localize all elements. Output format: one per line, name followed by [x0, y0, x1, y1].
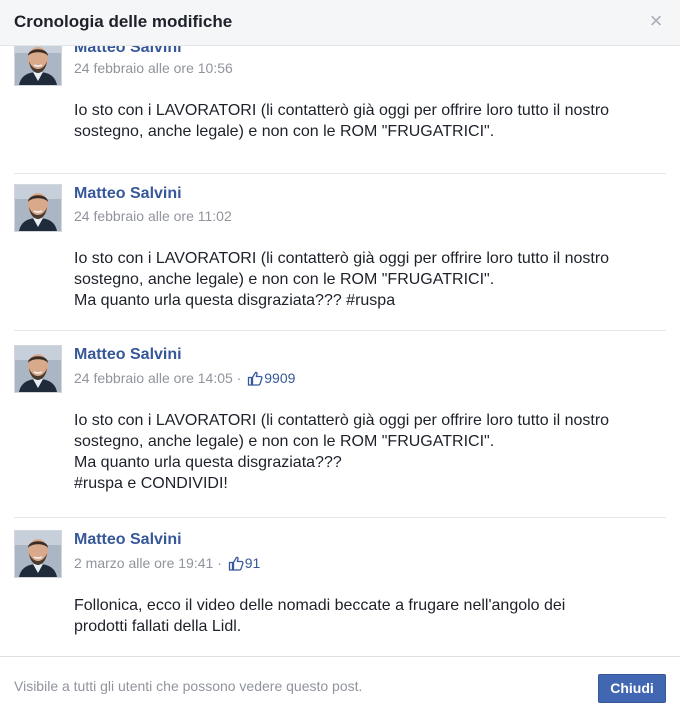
avatar[interactable] — [14, 530, 62, 578]
visibility-note: Visibile a tutti gli utenti che possono … — [14, 678, 363, 694]
avatar[interactable] — [14, 184, 62, 232]
post-meta: 2 marzo alle ore 19:41 · 91 — [74, 555, 260, 571]
author-name[interactable]: Matteo Salvini — [74, 46, 182, 57]
history-entry: Matteo Salvini 24 febbraio alle ore 11:02… — [14, 173, 666, 309]
post-text: Io sto con i LAVORATORI (li contatterò g… — [74, 410, 666, 494]
like-count-link[interactable]: 9909 — [245, 370, 295, 386]
avatar[interactable] — [14, 345, 62, 393]
post-meta: 24 febbraio alle ore 14:05 · 9909 — [74, 370, 295, 386]
post-line: Ma quanto urla questa disgraziata??? — [74, 454, 342, 471]
post-line: sostegno, anche legale) e non con le ROM… — [74, 271, 495, 288]
post-text: Follonica, ecco il video delle nomadi be… — [74, 595, 666, 637]
post-line: prodotti fallati della Lidl. — [74, 618, 242, 635]
post-text: Io sto con i LAVORATORI (li contatterò g… — [74, 100, 666, 142]
timestamp-link[interactable]: 24 febbraio alle ore 14:05 — [74, 370, 233, 386]
post-line: Io sto con i LAVORATORI (li contatterò g… — [74, 102, 610, 119]
history-list: Matteo Salvini 24 febbraio alle ore 10:56… — [0, 46, 680, 656]
post-line: #ruspa e CONDIVIDI! — [74, 475, 228, 492]
author-name[interactable]: Matteo Salvini — [74, 346, 182, 364]
meta-separator: · — [213, 555, 226, 571]
edit-history-dialog: Cronologia delle modifiche × Matteo Salv… — [0, 0, 680, 715]
author-name[interactable]: Matteo Salvini — [74, 185, 182, 203]
close-button[interactable]: Chiudi — [598, 674, 666, 703]
dialog-title: Cronologia delle modifiche — [14, 12, 233, 31]
history-entry: Matteo Salvini 2 marzo alle ore 19:41 · 9… — [14, 517, 666, 635]
like-count-link[interactable]: 91 — [226, 555, 261, 571]
timestamp-link[interactable]: 24 febbraio alle ore 10:56 — [74, 60, 233, 76]
post-line: Io sto con i LAVORATORI (li contatterò g… — [74, 412, 610, 429]
post-meta: 24 febbraio alle ore 11:02 — [74, 208, 232, 224]
avatar[interactable] — [14, 46, 62, 86]
thumbs-up-icon — [226, 555, 245, 571]
dialog-header: Cronologia delle modifiche × — [0, 0, 680, 46]
meta-separator: · — [232, 370, 246, 386]
dialog-footer: Visibile a tutti gli utenti che possono … — [0, 656, 680, 715]
close-icon[interactable]: × — [646, 10, 666, 32]
author-name[interactable]: Matteo Salvini — [74, 531, 182, 549]
timestamp-link[interactable]: 24 febbraio alle ore 11:02 — [74, 208, 232, 224]
like-count: 91 — [244, 555, 261, 571]
post-line: Ma quanto urla questa disgraziata??? #ru… — [74, 292, 396, 309]
post-meta: 24 febbraio alle ore 10:56 — [74, 60, 233, 76]
thumbs-up-icon — [245, 370, 264, 386]
post-line: Io sto con i LAVORATORI (li contatterò g… — [74, 250, 610, 267]
post-line: Follonica, ecco il video delle nomadi be… — [74, 597, 566, 614]
like-count: 9909 — [264, 370, 296, 386]
post-line: sostegno, anche legale) e non con le ROM… — [74, 433, 495, 450]
post-line: sostegno, anche legale) e non con le ROM… — [74, 123, 495, 140]
post-text: Io sto con i LAVORATORI (li contatterò g… — [74, 248, 666, 311]
history-entry: Matteo Salvini 24 febbraio alle ore 14:05… — [14, 330, 666, 492]
timestamp-link[interactable]: 2 marzo alle ore 19:41 — [74, 555, 213, 571]
